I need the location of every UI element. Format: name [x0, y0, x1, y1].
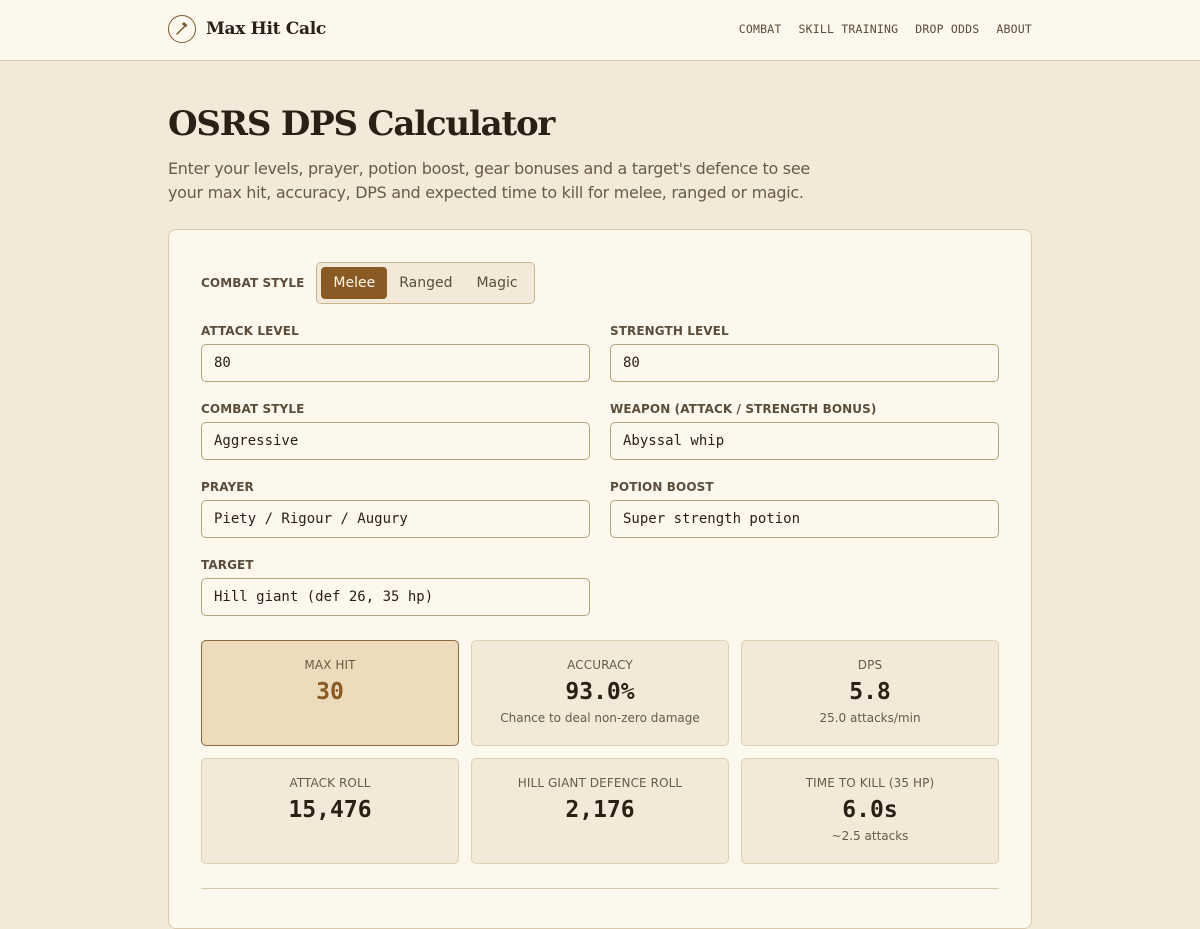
style-segmented-control: Melee Ranged Magic — [316, 262, 535, 304]
attack-level-input[interactable]: 80 — [201, 344, 590, 382]
nav-skill-training[interactable]: SKILL TRAINING — [799, 22, 899, 36]
max-hit-label: MAX HIT — [304, 658, 356, 672]
divider — [201, 888, 999, 889]
attack-roll-card: ATTACK ROLL 15,476 — [201, 758, 459, 864]
defence-roll-value: 2,176 — [565, 797, 635, 823]
brand[interactable]: Max Hit Calc — [168, 15, 326, 43]
attack-level-label: ATTACK LEVEL — [201, 324, 299, 338]
attack-level-group: ATTACK LEVEL 80 — [201, 324, 590, 382]
target-select[interactable]: Hill giant (def 26, 35 hp) — [201, 578, 590, 616]
brand-name: Max Hit Calc — [206, 19, 326, 39]
weapon-label: WEAPON (ATTACK / STRENGTH BONUS) — [610, 402, 877, 416]
time-to-kill-card: TIME TO KILL (35 HP) 6.0s ~2.5 attacks — [741, 758, 999, 864]
page-title: OSRS DPS Calculator — [168, 104, 555, 144]
strength-level-group: STRENGTH LEVEL 80 — [610, 324, 999, 382]
hammer-icon — [168, 15, 196, 43]
time-to-kill-label: TIME TO KILL (35 HP) — [805, 776, 935, 790]
attack-style-select[interactable]: Aggressive — [201, 422, 590, 460]
nav-combat[interactable]: COMBAT — [739, 22, 782, 36]
tab-melee[interactable]: Melee — [321, 267, 388, 299]
dps-value: 5.8 — [849, 679, 891, 705]
potion-select[interactable]: Super strength potion — [610, 500, 999, 538]
attack-style-group: COMBAT STYLE Aggressive — [201, 402, 590, 460]
defence-roll-label: HILL GIANT DEFENCE ROLL — [517, 776, 683, 790]
attack-roll-value: 15,476 — [288, 797, 372, 823]
prayer-select[interactable]: Piety / Rigour / Augury — [201, 500, 590, 538]
strength-level-label: STRENGTH LEVEL — [610, 324, 729, 338]
calculator-card: COMBAT STYLE Melee Ranged Magic ATTACK L… — [168, 229, 1032, 929]
main-nav: COMBAT SKILL TRAINING DROP ODDS ABOUT — [739, 22, 1032, 36]
attack-roll-label: ATTACK ROLL — [289, 776, 371, 790]
weapon-group: WEAPON (ATTACK / STRENGTH BONUS) Abyssal… — [610, 402, 999, 460]
target-label: TARGET — [201, 558, 254, 572]
max-hit-value: 30 — [316, 679, 344, 705]
accuracy-label: ACCURACY — [567, 658, 633, 672]
max-hit-card: MAX HIT 30 — [201, 640, 459, 746]
combat-style-label: COMBAT STYLE — [201, 276, 305, 290]
top-bar: Max Hit Calc COMBAT SKILL TRAINING DROP … — [0, 0, 1200, 61]
accuracy-card: ACCURACY 93.0% Chance to deal non-zero d… — [471, 640, 729, 746]
attack-style-label: COMBAT STYLE — [201, 402, 305, 416]
tab-ranged[interactable]: Ranged — [387, 267, 464, 299]
nav-about[interactable]: ABOUT — [996, 22, 1032, 36]
accuracy-note: Chance to deal non-zero damage — [500, 711, 700, 725]
dps-label: DPS — [857, 658, 883, 672]
nav-drop-odds[interactable]: DROP ODDS — [915, 22, 979, 36]
defence-roll-card: HILL GIANT DEFENCE ROLL 2,176 — [471, 758, 729, 864]
target-group: TARGET Hill giant (def 26, 35 hp) — [201, 558, 590, 616]
dps-card: DPS 5.8 25.0 attacks/min — [741, 640, 999, 746]
weapon-select[interactable]: Abyssal whip — [610, 422, 999, 460]
strength-level-input[interactable]: 80 — [610, 344, 999, 382]
page-description: Enter your levels, prayer, potion boost,… — [168, 159, 810, 202]
accuracy-value: 93.0% — [565, 679, 635, 705]
tab-magic[interactable]: Magic — [464, 267, 529, 299]
potion-group: POTION BOOST Super strength potion — [610, 480, 999, 538]
combat-style-selector: COMBAT STYLE Melee Ranged Magic — [201, 262, 535, 304]
prayer-label: PRAYER — [201, 480, 254, 494]
prayer-group: PRAYER Piety / Rigour / Augury — [201, 480, 590, 538]
dps-note: 25.0 attacks/min — [819, 711, 921, 725]
time-to-kill-note: ~2.5 attacks — [831, 829, 909, 843]
potion-label: POTION BOOST — [610, 480, 714, 494]
time-to-kill-value: 6.0s — [842, 797, 898, 823]
